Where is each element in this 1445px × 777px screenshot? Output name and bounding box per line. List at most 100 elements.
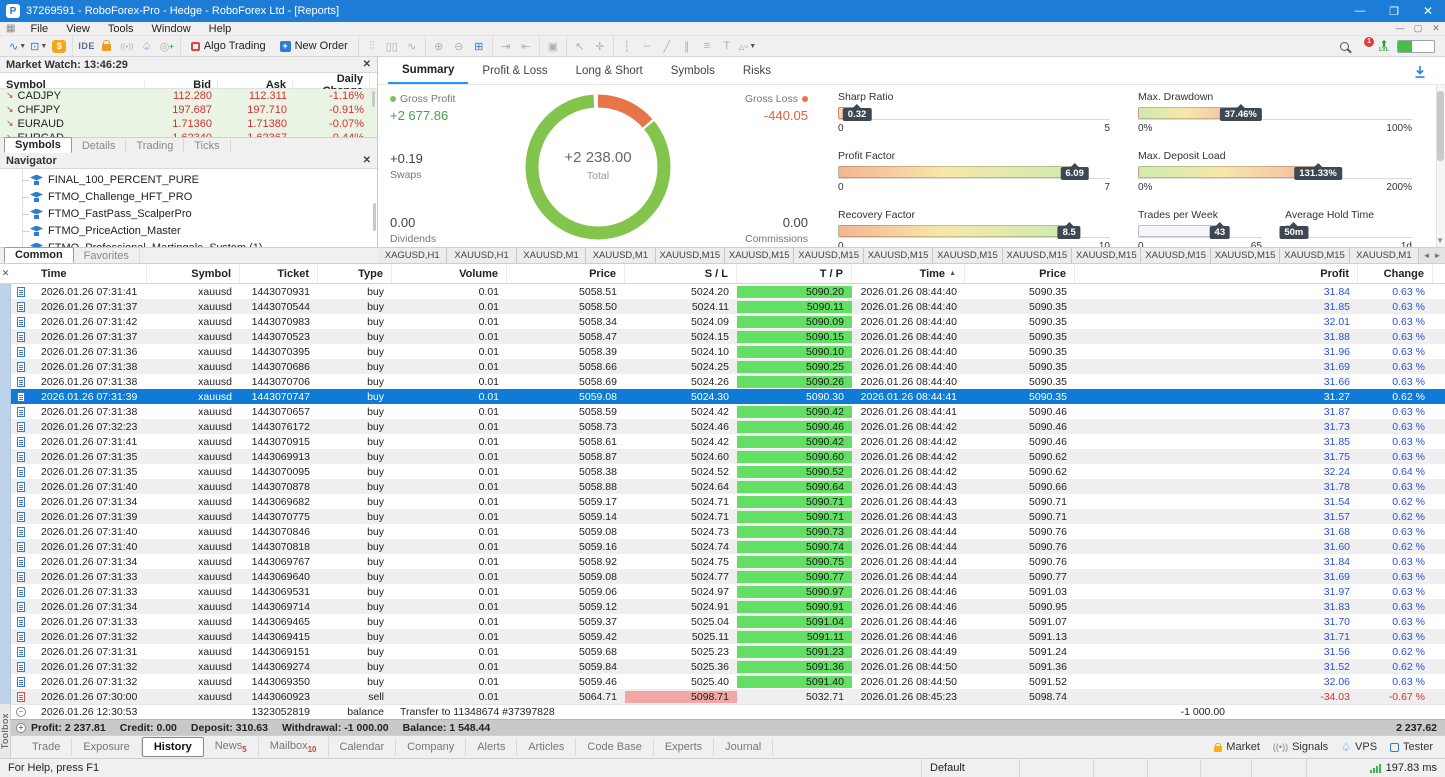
signals-button[interactable]: ((•))Signals [1273,741,1328,753]
toolbox-tab-history[interactable]: History [142,737,204,757]
menu-view[interactable]: View [57,23,99,35]
chart-tab[interactable]: XAUUSD,M15 [1280,248,1349,263]
history-close-icon[interactable]: ✕ [0,264,11,283]
market-watch-scrollbar[interactable] [372,91,375,107]
col-ticket[interactable]: Ticket [240,264,318,283]
search-icon[interactable] [1340,42,1349,51]
child-minimize-button[interactable]: — [1391,23,1409,34]
navigator-item[interactable]: FTMO_FastPass_ScalperPro [0,205,377,222]
signals-icon[interactable]: ((•)) [117,38,137,55]
market-watch-row[interactable]: ↘CADJPY112.280112.311-1.16% [0,89,377,103]
chart-tab[interactable]: XAUUSD,M1 [517,248,586,263]
shapes-icon[interactable]: ▵▫▼ [737,38,758,55]
chart-tab[interactable]: XAUUSD,M1 [1350,248,1419,263]
tab-favorites[interactable]: Favorites [74,249,140,263]
balance-row[interactable]: − 2026.01.26 12:30:53 1323052819 balance… [11,704,1445,719]
child-restore-button[interactable]: ▢ [1409,23,1427,34]
toolbox-tab-code-base[interactable]: Code Base [576,738,653,756]
summary-expand-icon[interactable]: + [16,723,26,733]
status-profile[interactable]: Default [922,759,1020,777]
history-row[interactable]: 2026.01.26 07:31:40xauusd1443070846buy0.… [11,524,1445,539]
toolbox-tab-experts[interactable]: Experts [654,738,714,756]
community-icon[interactable]: ◎+ [157,38,177,55]
history-row[interactable]: 2026.01.26 07:31:41xauusd1443070931buy0.… [11,284,1445,299]
bar-chart-icon[interactable]: ⫶⫶ [362,38,382,55]
notifications-icon[interactable]: 1 [1357,39,1371,53]
shift-chart-left-icon[interactable]: ⇤ [516,38,536,55]
col-open-time[interactable]: Time [31,264,147,283]
navigator-item[interactable]: FTMO_PriceAction_Master [0,222,377,239]
menu-window[interactable]: Window [143,23,200,35]
child-close-button[interactable]: ✕ [1427,23,1445,34]
navigator-item[interactable]: FTMO_Professional_Martingale_System (1) [0,239,377,247]
toolbox-tab-mailbox[interactable]: Mailbox10 [259,737,329,757]
grid-icon[interactable]: ⊞ [469,38,489,55]
chart-tab[interactable]: XAUUSD,H1 [447,248,516,263]
history-row[interactable]: 2026.01.26 07:31:38xauusd1443070686buy0.… [11,359,1445,374]
menu-help[interactable]: Help [200,23,241,35]
history-row[interactable]: 2026.01.26 07:31:33xauusd1443069640buy0.… [11,569,1445,584]
history-row[interactable]: 2026.01.26 07:31:41xauusd1443070915buy0.… [11,434,1445,449]
line-chart-icon[interactable]: ∿ [402,38,422,55]
report-tab-profit-loss[interactable]: Profit & Loss [468,59,561,83]
horizontal-line-icon[interactable]: ╌ [637,38,657,55]
history-row[interactable]: 2026.01.26 07:30:00xauusd1443060923sell0… [11,689,1445,704]
col-close-price[interactable]: Price [965,264,1075,283]
chart-tab[interactable]: XAUUSD,M15 [1072,248,1141,263]
chart-tab[interactable]: XAUUSD,M15 [864,248,933,263]
history-row[interactable]: 2026.01.26 07:31:39xauusd1443070775buy0.… [11,509,1445,524]
chart-tab[interactable]: XAUUSD,M15 [1211,248,1280,263]
navigator-close-icon[interactable]: ✕ [363,155,371,166]
tab-details[interactable]: Details [72,139,127,153]
toolbox-tab-news[interactable]: News5 [204,737,259,757]
history-row[interactable]: 2026.01.26 07:31:32xauusd1443069350buy0.… [11,674,1445,689]
toolbox-tab-calendar[interactable]: Calendar [329,738,397,756]
toolbox-vertical-titlebar[interactable]: Toolbox [0,704,11,758]
toolbox-tab-alerts[interactable]: Alerts [466,738,517,756]
reports-scrollbar[interactable]: ▼ [1436,85,1445,247]
tab-symbols[interactable]: Symbols [4,137,72,153]
history-row[interactable]: 2026.01.26 07:31:33xauusd1443069465buy0.… [11,614,1445,629]
candlestick-chart-icon[interactable]: ▯▯ [382,38,402,55]
history-row[interactable]: 2026.01.26 07:31:37xauusd1443070544buy0.… [11,299,1445,314]
report-tab-risks[interactable]: Risks [729,59,785,83]
history-row[interactable]: 2026.01.26 07:31:35xauusd1443070095buy0.… [11,464,1445,479]
crosshair-icon[interactable]: ✛ [590,38,610,55]
navigator-titlebar[interactable]: Navigator ✕ [0,153,377,169]
vps-button[interactable]: ♤VPS [1341,741,1377,754]
close-button[interactable]: ✕ [1411,0,1445,22]
lock-icon[interactable] [97,38,117,55]
tab-ticks[interactable]: Ticks [184,139,230,153]
shift-chart-right-icon[interactable]: ⇥ [496,38,516,55]
algo-trading-button[interactable]: Algo Trading [184,38,273,55]
tab-common[interactable]: Common [4,247,74,263]
channel-icon[interactable]: ∥ [677,38,697,55]
report-tab-long-short[interactable]: Long & Short [562,59,657,83]
history-row[interactable]: 2026.01.26 07:31:40xauusd1443070878buy0.… [11,479,1445,494]
chart-tab[interactable]: XAUUSD,M15 [933,248,1002,263]
history-row[interactable]: 2026.01.26 07:31:40xauusd1443070818buy0.… [11,539,1445,554]
chart-tabs-scroll-right-icon[interactable]: ► [1434,251,1442,260]
navigator-item[interactable]: FTMO_Challenge_HFT_PRO [0,188,377,205]
text-tool-icon[interactable]: T [717,38,737,55]
history-row[interactable]: 2026.01.26 07:31:34xauusd1443069767buy0.… [11,554,1445,569]
chart-tab[interactable]: XAUUSD,M15 [1141,248,1210,263]
history-row[interactable]: 2026.01.26 07:31:32xauusd1443069415buy0.… [11,629,1445,644]
scroll-down-icon[interactable]: ▼ [1436,236,1444,245]
menu-tools[interactable]: Tools [99,23,143,35]
report-tab-symbols[interactable]: Symbols [657,59,729,83]
vertical-line-icon[interactable]: ┆ [617,38,637,55]
chart-tab[interactable]: XAGUSD,H1 [378,248,447,263]
cursor-icon[interactable]: ↖ [570,38,590,55]
download-report-icon[interactable] [1413,65,1427,79]
level-icon[interactable]: ⬆LVL [1379,40,1389,52]
chart-line-style-icon[interactable]: ∿▼ [7,38,28,55]
history-row[interactable]: 2026.01.26 07:31:32xauusd1443069274buy0.… [11,659,1445,674]
market-button[interactable]: Market [1214,741,1260,753]
toolbox-tab-exposure[interactable]: Exposure [72,738,141,756]
col-profit[interactable]: Profit [1075,264,1358,283]
col-change[interactable]: Change [1358,264,1433,283]
zoom-out-icon[interactable]: ⊖ [449,38,469,55]
history-row[interactable]: 2026.01.26 07:31:42xauusd1443070983buy0.… [11,314,1445,329]
navigator-item[interactable]: FINAL_100_PERCENT_PURE [0,171,377,188]
